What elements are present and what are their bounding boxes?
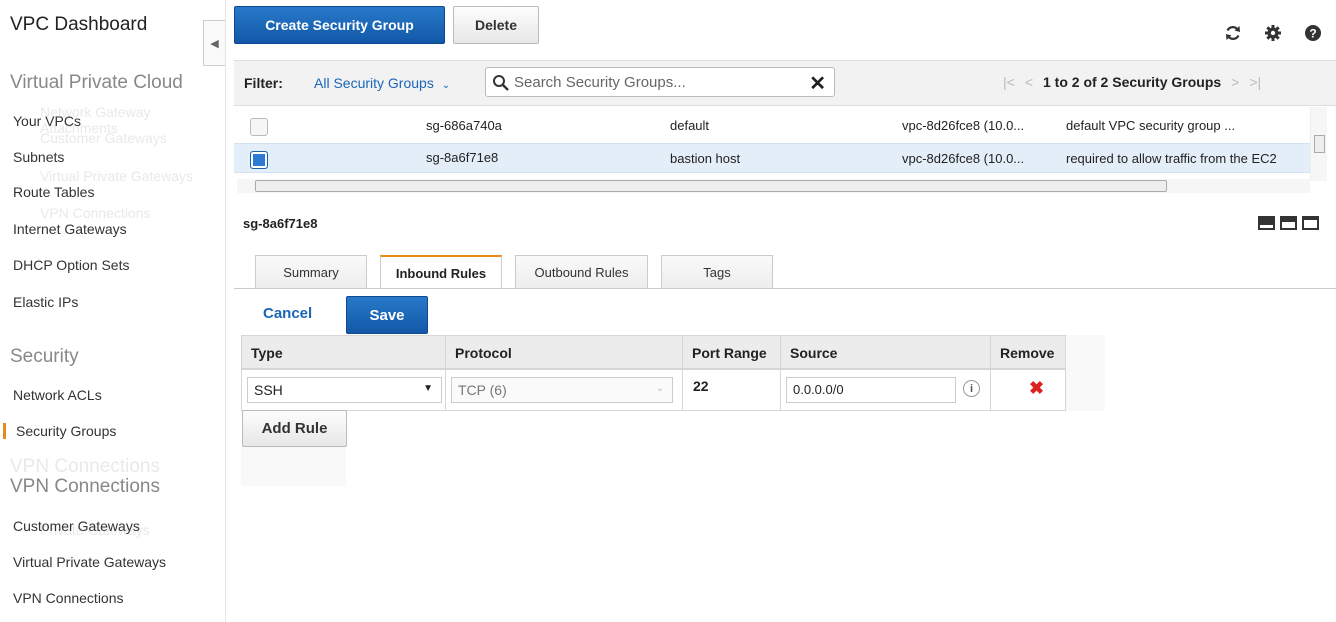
column-header-port-range: Port Range [682, 335, 781, 369]
vpc-console: VPC Dashboard Network Gateway Attachment… [0, 0, 1336, 622]
filter-dropdown-value: All Security Groups [314, 75, 434, 91]
sidebar-item-customer-gateways[interactable]: Customer Gateways [13, 518, 140, 534]
rule-source-input[interactable]: 0.0.0.0/0 [786, 377, 956, 403]
vpc-id-cell: vpc-8d26fce8 (10.0... [902, 118, 1025, 133]
clear-search-icon[interactable]: ✕ [809, 71, 826, 96]
chevron-down-icon: ⌄ [441, 80, 451, 91]
table-row[interactable]: sg-8a6f71e8 bastion host vpc-8d26fce8 (1… [234, 143, 1312, 173]
save-button[interactable]: Save [346, 296, 428, 334]
section-security: Security [10, 346, 79, 367]
column-header-protocol: Protocol [445, 335, 683, 369]
ghost-text: Virtual Private Gateways [40, 168, 194, 184]
previous-page-icon[interactable]: < [1025, 74, 1033, 90]
layout-split-panel-icon[interactable] [1280, 216, 1297, 230]
tab-summary[interactable]: Summary [255, 255, 367, 288]
rule-protocol-select[interactable]: TCP (6) ⌄ [451, 377, 673, 403]
tab-inbound-rules[interactable]: Inbound Rules [380, 255, 502, 289]
sidebar-title[interactable]: VPC Dashboard [10, 14, 147, 36]
group-id-cell: sg-8a6f71e8 [426, 150, 499, 165]
rule-source-value: 0.0.0.0/0 [793, 382, 844, 397]
create-security-group-button[interactable]: Create Security Group [234, 6, 445, 44]
collapse-sidebar-button[interactable]: ◀ [203, 20, 225, 66]
vertical-scrollbar[interactable] [1310, 107, 1327, 181]
pagination-text: 1 to 2 of 2 Security Groups [1043, 74, 1222, 90]
last-page-icon[interactable]: >| [1249, 74, 1261, 90]
pagination: |< < 1 to 2 of 2 Security Groups > >| [1003, 74, 1261, 90]
info-icon[interactable]: i [963, 380, 980, 397]
description-cell: default VPC security group ... [1066, 118, 1236, 133]
layout-top-panel-icon[interactable] [1302, 216, 1319, 230]
scrollbar-thumb[interactable] [255, 180, 1167, 192]
horizontal-scrollbar[interactable] [237, 179, 1310, 193]
filter-dropdown[interactable]: All Security Groups ⌄ [314, 75, 450, 91]
section-vpn-connections: VPN Connections [10, 476, 160, 497]
help-icon[interactable]: ? [1302, 22, 1324, 44]
rule-port-range-value[interactable]: 22 [693, 378, 709, 394]
rule-type-value: SSH [254, 382, 283, 398]
rule-protocol-cell: TCP (6) ⌄ [445, 369, 683, 411]
group-id-cell: sg-686a740a [426, 118, 502, 133]
tab-divider [234, 288, 1336, 289]
sidebar-item-dhcp-option-sets[interactable]: DHCP Option Sets [13, 257, 129, 273]
rule-type-cell: SSH ▼ [241, 369, 446, 411]
sidebar-item-security-groups[interactable]: Security Groups [3, 423, 116, 439]
refresh-icon[interactable] [1222, 22, 1244, 44]
gear-icon[interactable] [1262, 22, 1284, 44]
sidebar-item-network-acls[interactable]: Network ACLs [13, 387, 102, 403]
filter-bar: Filter: All Security Groups ⌄ ✕ |< < 1 t… [234, 60, 1336, 106]
filter-label: Filter: [244, 75, 283, 91]
search-box: ✕ [485, 67, 835, 97]
sidebar-item-subnets[interactable]: Subnets [13, 149, 64, 165]
rule-protocol-value: TCP (6) [458, 382, 507, 398]
tab-tags[interactable]: Tags [661, 255, 773, 288]
group-name-cell: bastion host [670, 151, 741, 166]
rule-type-select[interactable]: SSH ▼ [247, 377, 442, 403]
ghost-text: VPN Connections [40, 205, 151, 221]
caret-down-icon: ⌄ [655, 383, 664, 394]
layout-bottom-panel-icon[interactable] [1258, 216, 1275, 230]
sidebar-item-virtual-private-gateways[interactable]: Virtual Private Gateways [13, 554, 166, 570]
column-header-remove: Remove [990, 335, 1066, 369]
detail-group-id: sg-8a6f71e8 [243, 216, 318, 231]
rule-source-cell: 0.0.0.0/0 i [780, 369, 991, 411]
column-header-type: Type [241, 335, 446, 369]
faded-background [1065, 335, 1105, 411]
caret-down-icon: ▼ [423, 383, 433, 394]
rule-port-range-cell: 22 [682, 369, 781, 411]
add-rule-button[interactable]: Add Rule [242, 410, 347, 447]
svg-text:?: ? [1309, 27, 1316, 41]
chevron-left-icon: ◀ [210, 37, 219, 50]
sidebar-item-vpn-connections[interactable]: VPN Connections [13, 590, 124, 606]
search-icon [493, 75, 509, 91]
next-page-icon[interactable]: > [1231, 74, 1239, 90]
sidebar-item-elastic-ips[interactable]: Elastic IPs [13, 294, 78, 310]
row-checkbox[interactable] [250, 151, 268, 169]
ghost-text: VPN Connections [10, 456, 160, 477]
rule-remove-cell: ✖ [990, 369, 1066, 411]
tab-outbound-rules[interactable]: Outbound Rules [515, 255, 648, 288]
row-checkbox[interactable] [250, 118, 268, 136]
first-page-icon[interactable]: |< [1003, 74, 1015, 90]
cancel-button[interactable]: Cancel [263, 305, 312, 322]
scrollbar-thumb[interactable] [1314, 135, 1325, 153]
vpc-id-cell: vpc-8d26fce8 (10.0... [902, 151, 1025, 166]
table-row[interactable]: sg-686a740a default vpc-8d26fce8 (10.0..… [234, 111, 1312, 141]
column-header-source: Source [780, 335, 991, 369]
sidebar-item-route-tables[interactable]: Route Tables [13, 184, 94, 200]
remove-rule-icon[interactable]: ✖ [1029, 378, 1044, 399]
sidebar: VPC Dashboard Network Gateway Attachment… [0, 0, 226, 622]
description-cell: required to allow traffic from the EC2 [1066, 151, 1277, 166]
sidebar-item-internet-gateways[interactable]: Internet Gateways [13, 221, 127, 237]
ghost-text: Customer Gateways [40, 130, 167, 146]
delete-button[interactable]: Delete [453, 6, 539, 44]
search-input[interactable] [514, 71, 804, 93]
section-virtual-private-cloud: Virtual Private Cloud [10, 72, 183, 93]
sidebar-item-your-vpcs[interactable]: Your VPCs [13, 113, 81, 129]
group-name-cell: default [670, 118, 710, 133]
faded-background [241, 446, 346, 486]
